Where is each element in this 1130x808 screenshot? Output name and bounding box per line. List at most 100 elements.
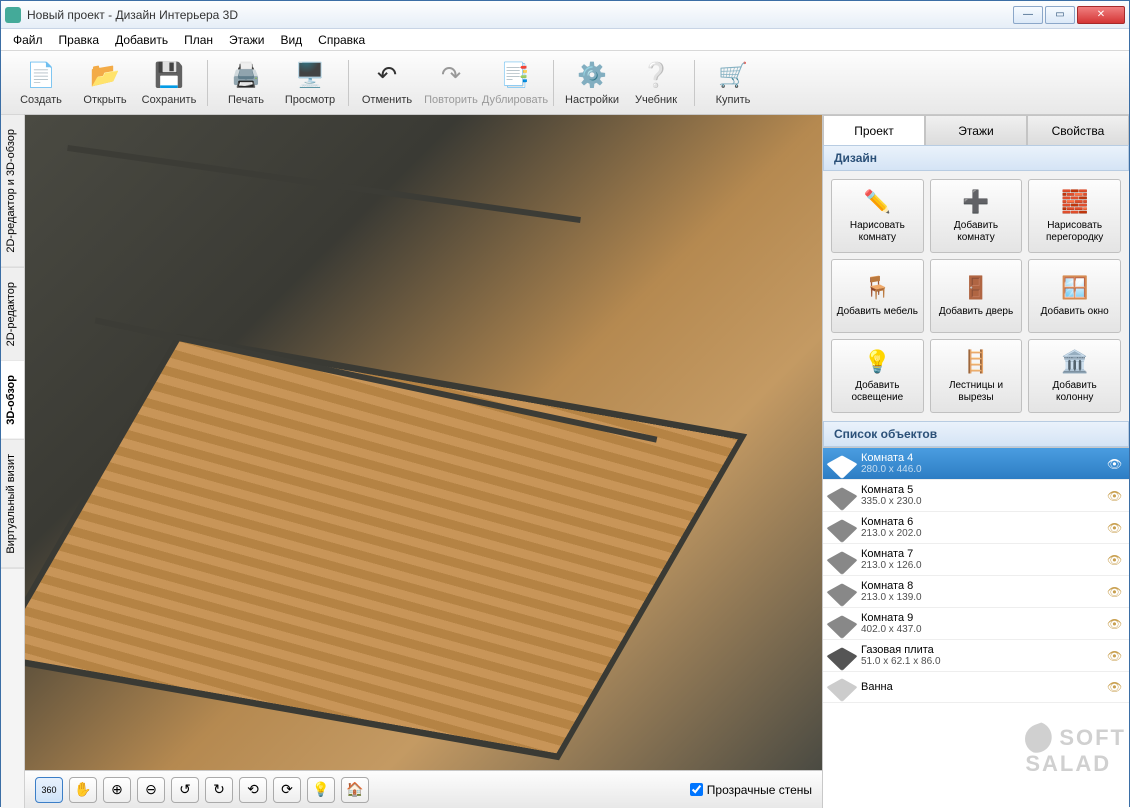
db-stairs[interactable]: 🪜Лестницы и вырезы [930,339,1023,413]
db-column[interactable]: 🏛️ Добавить колонну [1028,339,1121,413]
db-furniture[interactable]: 🪑Добавить мебель [831,259,924,333]
object-item[interactable]: Комната 8213.0 x 139.0👁 [823,576,1129,608]
db-add-room[interactable]: ➕Добавить комнату [930,179,1023,253]
db-window-icon: 🪟 [1061,274,1089,302]
tb-save[interactable]: 💾 Сохранить [137,55,201,111]
tb-save-label: Сохранить [142,94,197,106]
db-column-icon: 🏛️ [1061,348,1089,376]
object-list[interactable]: Комната 4280.0 x 446.0👁Комната 5335.0 x … [823,447,1129,808]
db-light[interactable]: 💡Добавить освещение [831,339,924,413]
3d-canvas[interactable] [25,115,822,770]
visibility-eye-icon[interactable]: 👁 [1107,489,1121,503]
vb-rotccw[interactable]: ↺ [171,777,199,803]
vb-pan[interactable]: ✋ [69,777,97,803]
object-icon [826,519,857,543]
object-item[interactable]: Комната 6213.0 x 202.0👁 [823,512,1129,544]
tb-open[interactable]: 📂Открыть [73,55,137,111]
db-stairs-label: Лестницы и вырезы [935,380,1018,404]
object-item[interactable]: Газовая плита51.0 x 62.1 x 86.0 👁 [823,640,1129,672]
visibility-eye-icon[interactable]: 👁 [1107,649,1121,663]
object-item[interactable]: Комната 5335.0 x 230.0👁 [823,480,1129,512]
tb-undo-label: Отменить [362,94,412,106]
vb-360[interactable]: 360 [35,777,63,803]
lt-2d[interactable]: 2D-редактор [1,268,24,361]
db-draw-room[interactable]: ✏️ Нарисовать комнату [831,179,924,253]
close-button[interactable]: ✕ [1077,6,1125,24]
objects-section-header: Список объектов [823,421,1129,447]
toolbar-separator [553,60,554,106]
tb-help[interactable]: ❔Учебник [624,55,688,111]
lt-3d[interactable]: 3D-обзор [1,361,24,440]
db-door[interactable]: 🚪Добавить дверь [930,259,1023,333]
maximize-button[interactable]: ▭ [1045,6,1075,24]
transparent-walls-checkbox[interactable]: Прозрачные стены [690,783,812,797]
tb-save-icon: 💾 [153,60,185,92]
object-dimensions: 51.0 x 62.1 x 86.0 [861,656,1099,667]
object-item[interactable]: Комната 7213.0 x 126.0👁 [823,544,1129,576]
object-name: Газовая плита [861,644,1099,656]
db-partition-icon: 🧱 [1061,188,1089,216]
minimize-button[interactable]: — [1013,6,1043,24]
toolbar-separator [348,60,349,106]
visibility-eye-icon[interactable]: 👁 [1107,585,1121,599]
menu-Справка[interactable]: Справка [312,31,371,49]
db-partition[interactable]: 🧱Нарисовать перегородку [1028,179,1121,253]
db-column-label: Добавить колонну [1033,380,1116,404]
room-floor [25,341,737,754]
db-draw-room-label: Нарисовать комнату [836,220,919,244]
viewport: 360✋⊕⊖↺↻⟲⟳💡🏠 Прозрачные стены [25,115,823,808]
menu-Файл[interactable]: Файл [7,31,49,49]
rt-props[interactable]: Свойства [1027,115,1129,145]
visibility-eye-icon[interactable]: 👁 [1107,521,1121,535]
menu-Вид[interactable]: Вид [274,31,308,49]
tb-preview-label: Просмотр [285,94,335,106]
menu-Этажи[interactable]: Этажи [223,31,270,49]
visibility-eye-icon[interactable]: 👁 [1107,457,1121,471]
db-furniture-label: Добавить мебель [837,306,918,318]
vb-tiltdown[interactable]: ⟳ [273,777,301,803]
lt-virtual[interactable]: Виртуальный визит [1,440,24,569]
tb-create[interactable]: 📄 Создать [9,55,73,111]
tb-print[interactable]: 🖨️ Печать [214,55,278,111]
object-icon [826,551,857,575]
tb-redo: ↷Повторить [419,55,483,111]
tb-settings-label: Настройки [565,94,619,106]
rt-floors[interactable]: Этажи [925,115,1027,145]
vb-home[interactable]: 🏠 [341,777,369,803]
toolbar-separator [694,60,695,106]
visibility-eye-icon[interactable]: 👁 [1107,553,1121,567]
tb-settings-icon: ⚙️ [576,60,608,92]
db-draw-room-icon: ✏️ [863,188,891,216]
tb-buy[interactable]: 🛒Купить [701,55,765,111]
tb-print-label: Печать [228,94,264,106]
tb-preview[interactable]: 🖥️ Просмотр [278,55,342,111]
tb-create-label: Создать [20,94,62,106]
tb-create-icon: 📄 [25,60,57,92]
object-item[interactable]: Комната 4280.0 x 446.0👁 [823,448,1129,480]
menu-Добавить[interactable]: Добавить [109,31,174,49]
db-light-label: Добавить освещение [836,380,919,404]
rt-project[interactable]: Проект [823,115,925,145]
lt-2d3d[interactable]: 2D-редактор и 3D-обзор [1,115,24,268]
object-name: Комната 5 [861,484,1099,496]
menu-Правка[interactable]: Правка [53,31,106,49]
tb-help-icon: ❔ [640,60,672,92]
visibility-eye-icon[interactable]: 👁 [1107,680,1121,694]
object-item[interactable]: Ванна👁 [823,672,1129,703]
object-item[interactable]: Комната 9402.0 x 437.0👁 [823,608,1129,640]
vb-rotcw[interactable]: ↻ [205,777,233,803]
vb-zoomout[interactable]: ⊖ [137,777,165,803]
vb-light[interactable]: 💡 [307,777,335,803]
tb-settings[interactable]: ⚙️ Настройки [560,55,624,111]
tb-undo[interactable]: ↶Отменить [355,55,419,111]
tb-print-icon: 🖨️ [230,60,262,92]
db-door-icon: 🚪 [962,274,990,302]
transparent-walls-input[interactable] [690,783,703,796]
vb-tiltup[interactable]: ⟲ [239,777,267,803]
menu-План[interactable]: План [178,31,219,49]
tb-preview-icon: 🖥️ [294,60,326,92]
object-icon [826,678,857,702]
visibility-eye-icon[interactable]: 👁 [1107,617,1121,631]
db-window[interactable]: 🪟Добавить окно [1028,259,1121,333]
vb-zoomin[interactable]: ⊕ [103,777,131,803]
